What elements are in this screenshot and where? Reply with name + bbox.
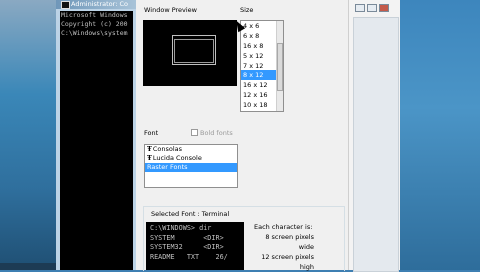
size-listbox[interactable]: 4 x 6 6 x 8 16 x 8 5 x 12 7 x 12 8 x 12 …	[240, 20, 284, 112]
desc-line: 8 screen pixels wide	[265, 233, 314, 251]
preview-window-frame	[172, 35, 216, 65]
console-title: Administrator: Co	[71, 0, 128, 8]
background-window[interactable]	[348, 0, 401, 272]
console-window[interactable]: Administrator: Co Microsoft Windows Copyr…	[56, 0, 137, 270]
selected-font-label: Selected Font : Terminal	[150, 210, 231, 218]
window-preview	[143, 20, 237, 86]
desc-line: 12 screen pixels high	[261, 253, 314, 271]
minimize-button[interactable]	[355, 4, 365, 12]
console-output[interactable]: Microsoft Windows Copyright (c) 200 C:\Win…	[60, 11, 133, 270]
truetype-icon: Ŧ	[147, 145, 152, 153]
font-option[interactable]: ŦConsolas	[145, 145, 237, 154]
size-scrollbar-thumb[interactable]	[277, 43, 283, 91]
console-app-icon	[61, 1, 70, 9]
window-preview-label: Window Preview	[144, 6, 197, 14]
maximize-button[interactable]	[367, 4, 377, 12]
bold-fonts-checkbox[interactable]	[191, 129, 198, 136]
console-title-bar[interactable]: Administrator: Co	[56, 0, 136, 9]
console-line: Microsoft Windows	[61, 11, 128, 19]
background-window-content	[353, 17, 399, 272]
font-listbox[interactable]: ŦConsolas ŦLucida Console Raster Fonts	[144, 144, 238, 188]
font-label: Font	[144, 129, 159, 137]
selected-font-preview: C:\WINDOWS> dir SYSTEM <DIR> SYSTEM32 <DIR…	[146, 222, 244, 270]
console-line: Copyright (c) 200	[61, 20, 128, 28]
preview-line: SYSTEM <DIR>	[150, 233, 224, 242]
size-scrollbar[interactable]	[276, 21, 283, 111]
console-line: C:\Windows\system	[61, 29, 128, 37]
desktop-background-right	[400, 0, 480, 270]
desc-line: Each character is:	[254, 223, 313, 231]
bold-fonts-label: Bold fonts	[200, 129, 233, 137]
preview-line: README TXT 26/	[150, 252, 228, 261]
font-properties-dialog: Window Preview Size 4 x 6 6 x 8 16 x 8 5…	[136, 0, 348, 272]
font-option[interactable]: ŦLucida Console	[145, 154, 237, 163]
truetype-icon: Ŧ	[147, 154, 152, 162]
preview-line: SYSTEM32 <DIR>	[150, 243, 224, 251]
preview-line: C:\WINDOWS> dir	[150, 224, 212, 232]
taskbar-edge	[0, 263, 56, 270]
font-option-selected[interactable]: Raster Fonts	[145, 163, 237, 172]
character-size-description: Each character is: 8 screen pixels wide …	[254, 222, 314, 272]
font-option-label: Raster Fonts	[147, 163, 188, 171]
font-option-label: Consolas	[152, 145, 183, 153]
desktop-background-left	[0, 0, 56, 270]
close-button[interactable]	[379, 4, 389, 12]
font-option-label: Lucida Console	[152, 154, 202, 162]
size-label: Size	[240, 6, 254, 14]
